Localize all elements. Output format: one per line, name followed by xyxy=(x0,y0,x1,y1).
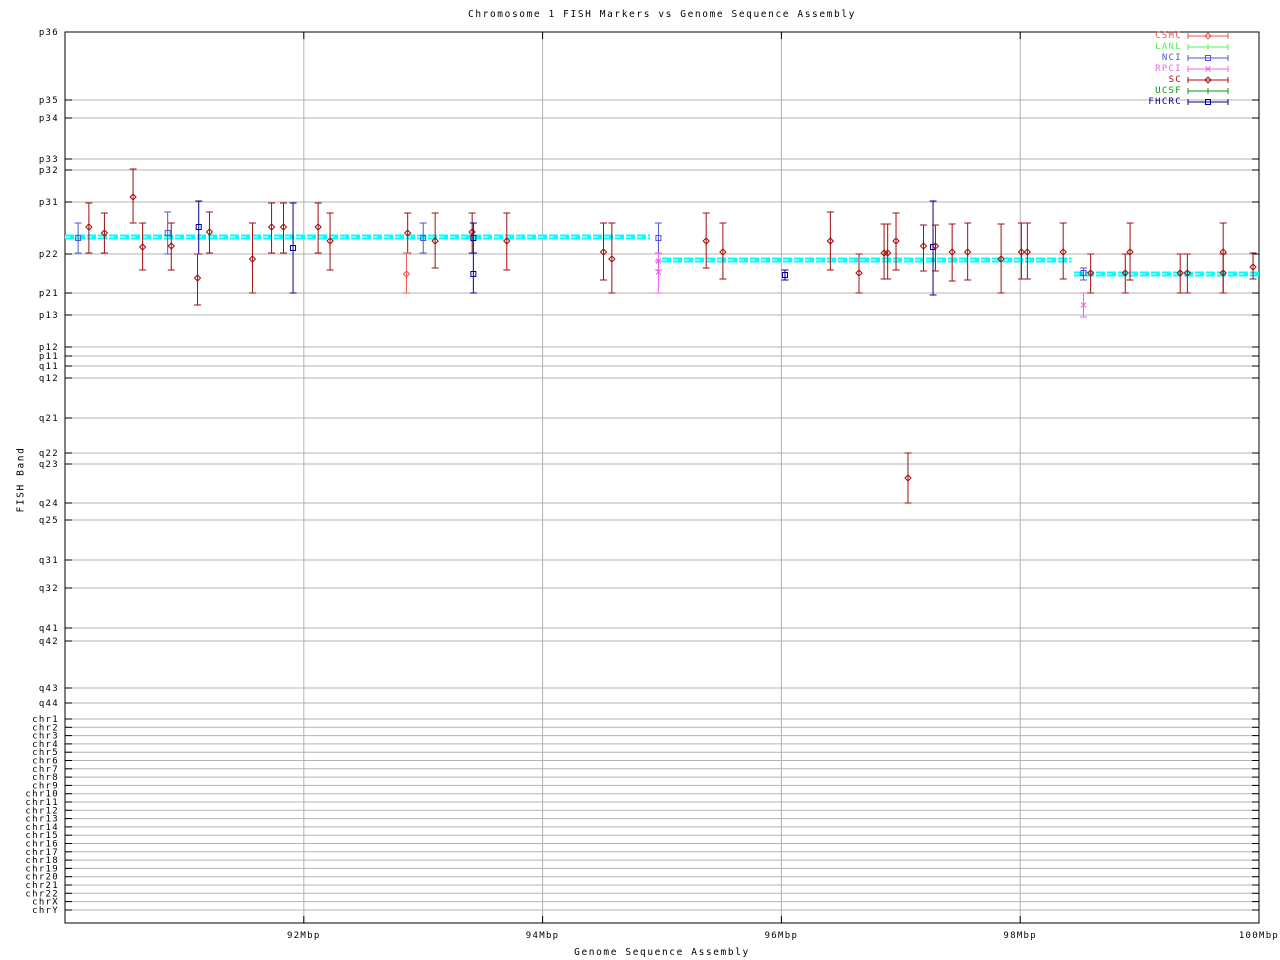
legend-label: LANL xyxy=(1155,42,1182,52)
y-tick-label: p32 xyxy=(39,166,59,176)
data-point-sc xyxy=(101,213,108,253)
y-tick-label: q24 xyxy=(39,499,59,509)
data-point-sc xyxy=(268,203,275,253)
x-axis-title: Genome Sequence Assembly xyxy=(65,947,1259,958)
data-point-sc xyxy=(719,223,726,279)
x-tick-labels: 92Mbp 94Mbp 96Mbp 98Mbp 100Mbp xyxy=(287,931,1279,941)
data-point-fhcrc xyxy=(470,223,477,253)
data-point-sc xyxy=(469,213,476,253)
legend-label: SC xyxy=(1169,75,1182,85)
y-tick-label: q25 xyxy=(39,516,59,526)
data-point-sc xyxy=(280,203,287,253)
plot-border xyxy=(65,32,1259,923)
data-point-rpci xyxy=(1080,293,1087,317)
data-point-nci xyxy=(1080,268,1087,280)
y-tick-label: q22 xyxy=(39,449,59,459)
data-point-nci xyxy=(75,223,82,253)
plot-area: p36p35p34p33p32p31p22p21p13p12p11q11q12q… xyxy=(0,0,1280,960)
data-point-sc xyxy=(194,254,201,305)
y-tick-label: p31 xyxy=(39,198,59,208)
y-tick-label: q41 xyxy=(39,624,59,634)
data-point-sc xyxy=(1060,223,1067,279)
y-tick-label: q11 xyxy=(39,362,59,372)
y-tick-label: p35 xyxy=(39,96,59,106)
data-point-sc xyxy=(1024,223,1031,279)
y-tick-label: q42 xyxy=(39,637,59,647)
y-tick-label: p34 xyxy=(39,114,59,124)
x-tick-label: 96Mbp xyxy=(765,931,799,941)
legend-entry-fhcrc: FHCRC xyxy=(1094,102,1254,114)
data-point-sc xyxy=(920,225,927,271)
y-tick-label: p22 xyxy=(39,250,59,260)
fish-marker-chart: Chromosome 1 FISH Markers vs Genome Sequ… xyxy=(0,0,1280,960)
data-point-fhcrc xyxy=(470,253,477,293)
data-point-sc xyxy=(1177,254,1184,293)
y-tick-label: p11 xyxy=(39,352,59,362)
y-tick-label: q44 xyxy=(39,699,59,709)
data-point-sc xyxy=(404,213,411,253)
data-point-sc xyxy=(327,213,334,270)
x-tick-label: 94Mbp xyxy=(526,931,560,941)
data-point-sc xyxy=(1127,223,1134,280)
data-point-sc xyxy=(1122,254,1129,293)
data-point-fhcrc xyxy=(290,203,297,293)
x-tick-label: 92Mbp xyxy=(287,931,321,941)
data-point-sc xyxy=(432,213,439,268)
x-tick-label: 98Mbp xyxy=(1003,931,1037,941)
data-point-sc xyxy=(600,223,607,280)
data-point-sc xyxy=(608,223,615,293)
y-tick-label: q43 xyxy=(39,684,59,694)
legend-label: NCI xyxy=(1162,53,1182,63)
chart-title: Chromosome 1 FISH Markers vs Genome Sequ… xyxy=(65,9,1259,20)
x-tick-label: 100Mbp xyxy=(1239,931,1279,941)
y-tick-label: q21 xyxy=(39,414,59,424)
data-point-sc xyxy=(1018,223,1025,279)
data-point-csmc xyxy=(403,253,410,293)
data-point-sc xyxy=(1220,254,1227,293)
y-tick-label: q31 xyxy=(39,556,59,566)
data-point-sc xyxy=(130,169,137,223)
data-point-sc xyxy=(964,223,971,280)
data-point-sc xyxy=(503,213,510,270)
y-tick-label: q12 xyxy=(39,374,59,384)
assembly-band-line xyxy=(65,237,1259,274)
data-point-sc xyxy=(206,212,213,253)
y-tick-label: p21 xyxy=(39,289,59,299)
y-tick-label: q32 xyxy=(39,584,59,594)
legend-sample-fhcrc xyxy=(1186,96,1230,108)
legend-label: CSMC xyxy=(1155,31,1182,41)
data-point-sc xyxy=(1184,254,1191,293)
data-point-sc xyxy=(998,224,1005,293)
legend-label: FHCRC xyxy=(1148,97,1182,107)
y-tick-label: p36 xyxy=(39,28,59,38)
legend-label: RPCI xyxy=(1155,64,1182,74)
data-point-rpci xyxy=(655,261,662,293)
y-axis-title: FISH Band xyxy=(16,425,27,535)
tick-marks xyxy=(65,32,1259,923)
y-tick-label: p33 xyxy=(39,155,59,165)
data-point-fhcrc xyxy=(781,270,788,280)
data-point-sc xyxy=(85,203,92,253)
y-tick-label: p13 xyxy=(39,311,59,321)
data-point-sc xyxy=(949,224,956,281)
data-point-sc xyxy=(1087,254,1094,293)
data-point-nci xyxy=(420,223,427,253)
data-point-sc xyxy=(904,453,911,503)
y-tick-label: q23 xyxy=(39,460,59,470)
data-point-fhcrc xyxy=(195,201,202,254)
data-point-sc xyxy=(249,223,256,293)
gridlines xyxy=(65,32,1259,923)
data-point-sc xyxy=(139,223,146,270)
data-point-nci xyxy=(655,223,662,253)
data-point-sc xyxy=(315,203,322,253)
y-tick-label: chrY xyxy=(32,906,59,916)
legend-label: UCSF xyxy=(1155,86,1182,96)
y-tick-labels: p36p35p34p33p32p31p22p21p13p12p11q11q12q… xyxy=(25,28,59,916)
